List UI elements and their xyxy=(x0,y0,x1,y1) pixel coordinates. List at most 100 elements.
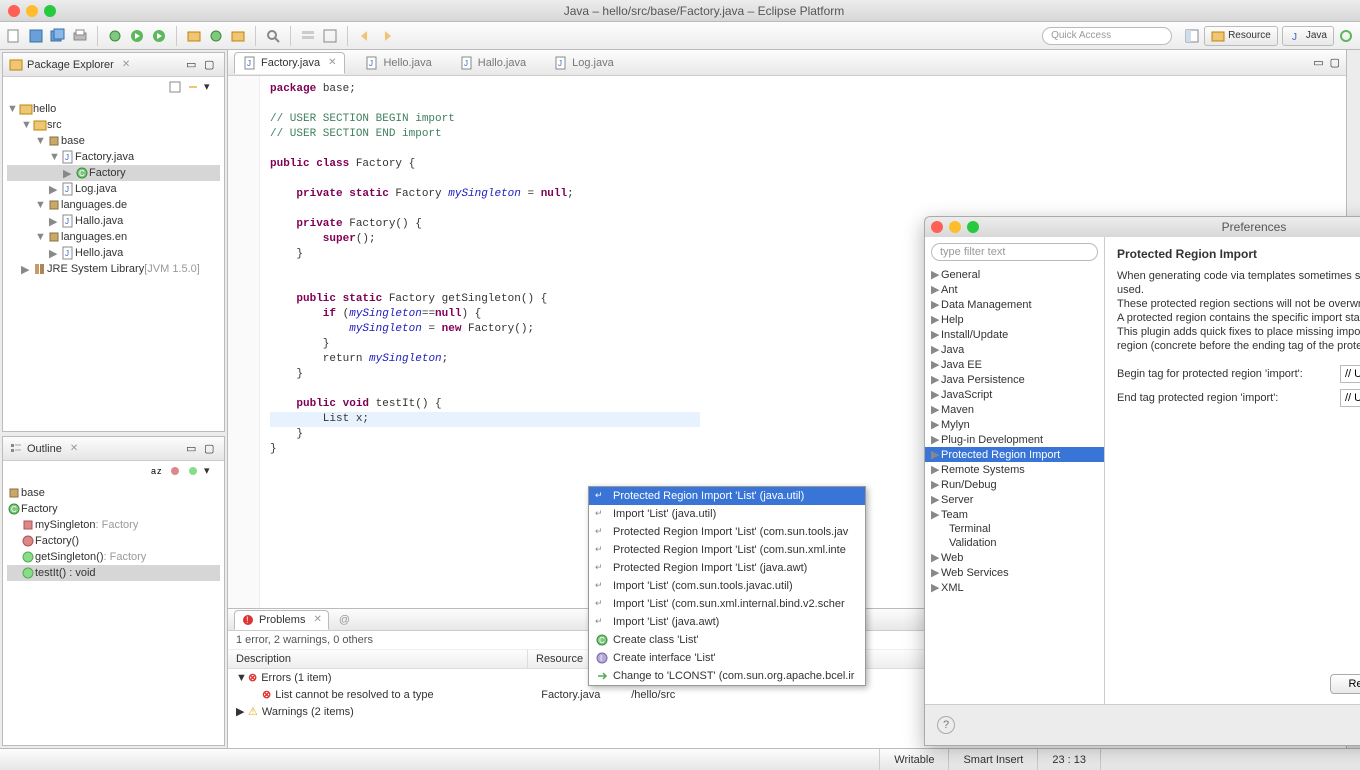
col-description[interactable]: Description xyxy=(228,650,528,668)
toggle-breadcrumb-icon[interactable] xyxy=(300,28,316,44)
outline-item[interactable]: C Factory xyxy=(7,501,220,517)
hide-fields-icon[interactable] xyxy=(168,464,182,478)
run-last-icon[interactable] xyxy=(151,28,167,44)
prefs-tree-node[interactable]: ▶Java EE xyxy=(925,357,1104,372)
tree-node[interactable]: ▶C Factory xyxy=(7,165,220,181)
save-all-icon[interactable] xyxy=(50,28,66,44)
perspective-resource[interactable]: Resource xyxy=(1204,26,1278,46)
tree-node[interactable]: ▼J Factory.java xyxy=(7,149,220,165)
prefs-tree-node[interactable]: ▶Server xyxy=(925,492,1104,507)
prefs-tree-node[interactable]: ▶Mylyn xyxy=(925,417,1104,432)
quickfix-item[interactable]: ↵Protected Region Import 'List' (com.sun… xyxy=(589,523,865,541)
tree-node[interactable]: ▼ languages.en xyxy=(7,229,220,245)
editor-tab[interactable]: JHallo.java xyxy=(452,53,534,73)
prefs-tree-node[interactable]: ▶Ant xyxy=(925,282,1104,297)
prefs-tree-node[interactable]: ▶Remote Systems xyxy=(925,462,1104,477)
prefs-tree-node[interactable]: ▶Team xyxy=(925,507,1104,522)
tree-node[interactable]: ▶ JRE System Library [JVM 1.5.0] xyxy=(7,261,220,277)
close-icon[interactable]: ✕ xyxy=(328,57,336,68)
minimize-icon[interactable]: ▭ xyxy=(186,58,200,72)
debug-icon[interactable] xyxy=(107,28,123,44)
minimize-icon[interactable]: ▭ xyxy=(1313,57,1323,69)
tree-node[interactable]: ▼ src xyxy=(7,117,220,133)
prefs-tree-node[interactable]: ▶Plug-in Development xyxy=(925,432,1104,447)
tree-node[interactable]: ▼ base xyxy=(7,133,220,149)
tree-node[interactable]: ▼ hello xyxy=(7,101,220,117)
editor-tab[interactable]: JFactory.java✕ xyxy=(234,52,345,74)
dialog-zoom-icon[interactable] xyxy=(967,221,979,233)
problems-tab[interactable]: ! Problems ✕ xyxy=(234,610,329,630)
prefs-tree-node[interactable]: ▶Protected Region Import xyxy=(925,447,1104,462)
maximize-icon[interactable]: ▢ xyxy=(204,58,218,72)
maximize-icon[interactable]: ▢ xyxy=(204,442,218,456)
prefs-tree-node[interactable]: Validation xyxy=(925,536,1104,550)
quickfix-item[interactable]: ↵Import 'List' (java.awt) xyxy=(589,613,865,631)
new-package-icon[interactable] xyxy=(186,28,202,44)
minimize-icon[interactable]: ▭ xyxy=(186,442,200,456)
back-icon[interactable] xyxy=(357,28,373,44)
dialog-minimize-icon[interactable] xyxy=(949,221,961,233)
prefs-tree-node[interactable]: ▶XML xyxy=(925,580,1104,595)
outline-item[interactable]: getSingleton() : Factory xyxy=(7,549,220,565)
prefs-tree-node[interactable]: Terminal xyxy=(925,522,1104,536)
mark-occurrences-icon[interactable] xyxy=(322,28,338,44)
prefs-tree-node[interactable]: ▶Java Persistence xyxy=(925,372,1104,387)
tree-node[interactable]: ▶J Hello.java xyxy=(7,245,220,261)
maximize-icon[interactable]: ▢ xyxy=(1330,57,1340,69)
prefs-tree-node[interactable]: ▶Help xyxy=(925,312,1104,327)
quickfix-item[interactable]: ↵Import 'List' (java.util) xyxy=(589,505,865,523)
window-close-icon[interactable] xyxy=(8,5,20,17)
save-icon[interactable] xyxy=(28,28,44,44)
quickfix-item[interactable]: CCreate class 'List' xyxy=(589,631,865,649)
close-icon[interactable]: ✕ xyxy=(313,614,321,625)
prefs-tree-node[interactable]: ▶Install/Update xyxy=(925,327,1104,342)
prefs-filter-input[interactable]: type filter text xyxy=(931,243,1098,261)
prefs-tree-node[interactable]: ▶General xyxy=(925,267,1104,282)
quickfix-item[interactable]: ↵Protected Region Import 'List' (java.ut… xyxy=(589,487,865,505)
outline-item[interactable]: base xyxy=(7,485,220,501)
window-minimize-icon[interactable] xyxy=(26,5,38,17)
editor-gutter[interactable] xyxy=(228,76,260,608)
outline-item[interactable]: Factory() xyxy=(7,533,220,549)
view-menu-icon[interactable]: ▾ xyxy=(204,80,218,94)
quickfix-item[interactable]: ↵Protected Region Import 'List' (com.sun… xyxy=(589,541,865,559)
perspective-java[interactable]: JJava xyxy=(1282,26,1334,46)
tree-node[interactable]: ▶J Hallo.java xyxy=(7,213,220,229)
open-perspective-icon[interactable] xyxy=(1184,28,1200,44)
quickfix-item[interactable]: ↵Import 'List' (com.sun.xml.internal.bin… xyxy=(589,595,865,613)
new-icon[interactable] xyxy=(6,28,22,44)
quick-access-input[interactable]: Quick Access xyxy=(1042,27,1172,45)
window-zoom-icon[interactable] xyxy=(44,5,56,17)
hide-static-icon[interactable] xyxy=(186,464,200,478)
prefs-tree-node[interactable]: ▶Run/Debug xyxy=(925,477,1104,492)
end-tag-input[interactable] xyxy=(1340,389,1360,407)
forward-icon[interactable] xyxy=(379,28,395,44)
quickfix-item[interactable]: Change to 'LCONST' (com.sun.org.apache.b… xyxy=(589,667,865,685)
new-class-icon[interactable] xyxy=(208,28,224,44)
outline-item[interactable]: mySingleton : Factory xyxy=(7,517,220,533)
quickfix-item[interactable]: ↵Import 'List' (com.sun.tools.javac.util… xyxy=(589,577,865,595)
collapse-all-icon[interactable] xyxy=(168,80,182,94)
prefs-tree-node[interactable]: ▶Web xyxy=(925,550,1104,565)
quickfix-item[interactable]: ↵Protected Region Import 'List' (java.aw… xyxy=(589,559,865,577)
quickfix-item[interactable]: ICreate interface 'List' xyxy=(589,649,865,667)
prefs-tree-node[interactable]: ▶Maven xyxy=(925,402,1104,417)
prefs-tree-node[interactable]: ▶Data Management xyxy=(925,297,1104,312)
tree-node[interactable]: ▼ languages.de xyxy=(7,197,220,213)
sort-icon[interactable]: az xyxy=(150,464,164,478)
editor-tab[interactable]: JLog.java xyxy=(546,53,622,73)
open-type-icon[interactable] xyxy=(230,28,246,44)
run-icon[interactable] xyxy=(129,28,145,44)
prefs-tree-node[interactable]: ▶Java xyxy=(925,342,1104,357)
outline-item[interactable]: testIt() : void xyxy=(7,565,220,581)
team-sync-icon[interactable] xyxy=(1338,28,1354,44)
begin-tag-input[interactable] xyxy=(1340,365,1360,383)
editor-tab[interactable]: JHello.java xyxy=(357,53,439,73)
prefs-tree-node[interactable]: ▶Web Services xyxy=(925,565,1104,580)
close-icon[interactable]: ✕ xyxy=(70,443,78,454)
help-icon[interactable]: ? xyxy=(937,716,955,734)
view-menu-icon[interactable]: ▾ xyxy=(204,464,218,478)
restore-defaults-button[interactable]: Restore Defaults xyxy=(1330,674,1360,694)
dialog-close-icon[interactable] xyxy=(931,221,943,233)
print-icon[interactable] xyxy=(72,28,88,44)
